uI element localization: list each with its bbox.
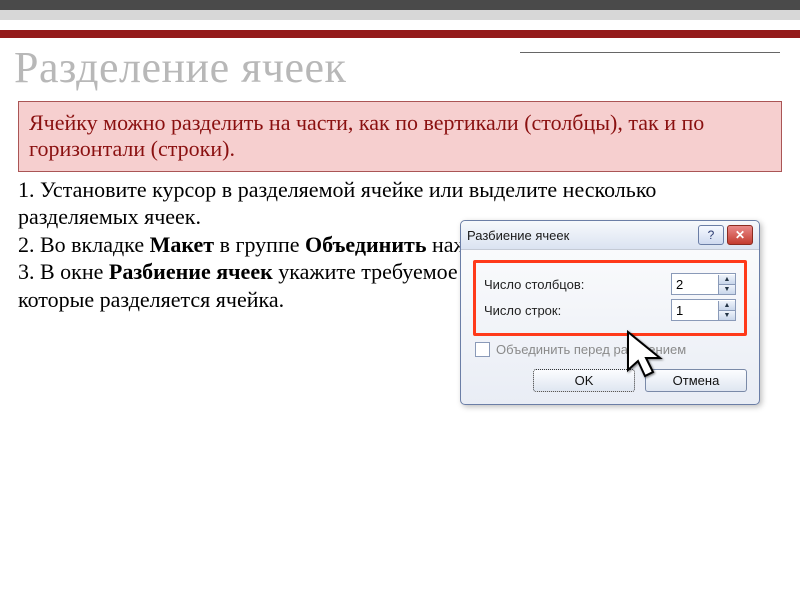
checkbox-label: Объединить перед разбиением	[496, 342, 686, 357]
slide-title: Разделение ячеек	[14, 42, 800, 93]
columns-down-icon[interactable]: ▼	[719, 284, 735, 294]
step-3-part-a: 3. В окне	[18, 259, 109, 284]
intro-text: Ячейку можно разделить на части, как по …	[18, 101, 782, 172]
rows-up-icon[interactable]: ▲	[719, 301, 735, 310]
step-2-part-b: в группе	[214, 232, 305, 257]
columns-spinner[interactable]: 2 ▲ ▼	[671, 273, 736, 295]
close-button[interactable]: ✕	[727, 225, 753, 245]
merge-before-split-checkbox[interactable]: Объединить перед разбиением	[475, 342, 747, 357]
cancel-button[interactable]: Отмена	[645, 369, 747, 392]
rows-value[interactable]: 1	[672, 303, 718, 318]
dialog-titlebar[interactable]: Разбиение ячеек ? ✕	[461, 221, 759, 250]
step-3-bold-1: Разбиение ячеек	[109, 259, 273, 284]
step-2-part-a: 2. Во вкладке	[18, 232, 150, 257]
decorative-rule	[520, 52, 780, 53]
ok-button[interactable]: OK	[533, 369, 635, 392]
columns-up-icon[interactable]: ▲	[719, 275, 735, 284]
step-2-bold-1: Макет	[150, 232, 214, 257]
columns-value[interactable]: 2	[672, 277, 718, 292]
columns-label: Число столбцов:	[484, 277, 671, 292]
dialog-split-cells: Разбиение ячеек ? ✕ Число столбцов: 2 ▲ …	[460, 220, 760, 405]
rows-spinner[interactable]: 1 ▲ ▼	[671, 299, 736, 321]
close-icon: ✕	[735, 228, 745, 242]
checkbox-icon	[475, 342, 490, 357]
rows-down-icon[interactable]: ▼	[719, 310, 735, 320]
step-2-bold-2: Объединить	[305, 232, 426, 257]
highlight-box: Число столбцов: 2 ▲ ▼ Число строк: 1	[473, 260, 747, 336]
help-button[interactable]: ?	[698, 225, 724, 245]
help-icon: ?	[708, 228, 715, 242]
dialog-title: Разбиение ячеек	[467, 228, 695, 243]
decorative-bands	[0, 0, 800, 38]
rows-label: Число строк:	[484, 303, 671, 318]
